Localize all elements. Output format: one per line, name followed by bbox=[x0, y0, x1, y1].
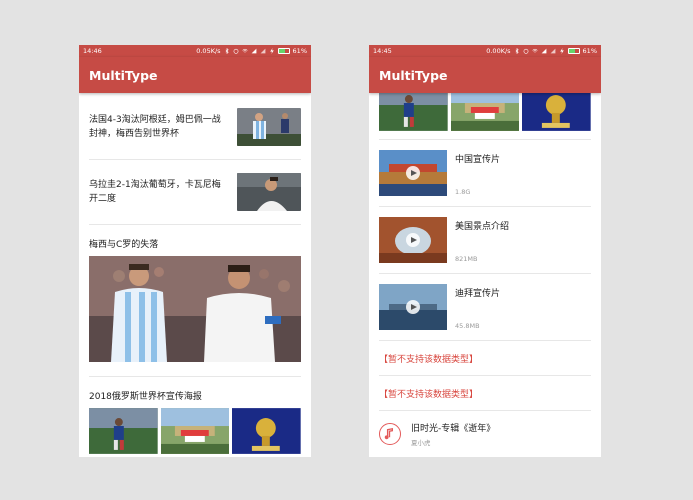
battery-icon bbox=[567, 48, 580, 54]
charging-icon bbox=[559, 48, 564, 54]
app-title: MultiType bbox=[379, 67, 448, 83]
signal-2-icon bbox=[550, 48, 555, 54]
alarm-icon bbox=[233, 48, 238, 54]
news-title: 法国4-3淘汰阿根廷，姆巴佩一战封神，梅西告别世界杯 bbox=[89, 115, 221, 139]
status-bar: 14:46 0.05K/s 61% bbox=[79, 45, 311, 57]
phone-left: 14:46 0.05K/s 61% MultiType 法国4-3淘汰阿根廷，姆… bbox=[79, 45, 311, 457]
status-time: 14:46 bbox=[83, 47, 102, 55]
play-icon bbox=[406, 233, 420, 247]
music-item[interactable]: 旧时光-专辑《逝年》 夏小虎 bbox=[369, 411, 601, 457]
video-thumbnail[interactable] bbox=[379, 150, 447, 196]
bluetooth-icon bbox=[515, 48, 519, 54]
video-thumbnail[interactable] bbox=[379, 217, 447, 263]
wifi-icon bbox=[531, 48, 538, 53]
video-title: 美国景点介绍 bbox=[455, 222, 510, 232]
battery-percent: 61% bbox=[292, 47, 307, 55]
battery-fill bbox=[278, 49, 285, 53]
music-note-glyph bbox=[384, 427, 394, 440]
poster-image-3[interactable] bbox=[232, 408, 302, 454]
video-item[interactable]: 迪拜宣传片 45.8MB bbox=[369, 274, 601, 340]
video-size: 821MB bbox=[455, 255, 478, 263]
wifi-icon bbox=[241, 48, 248, 53]
alarm-icon bbox=[523, 48, 528, 54]
phone-right: 14:45 0.00K/s 61% MultiType 中国宣传片 1.8G 美… bbox=[369, 45, 601, 457]
charging-icon bbox=[269, 48, 274, 54]
battery-fill bbox=[568, 49, 575, 53]
video-item[interactable]: 中国宣传片 1.8G bbox=[369, 140, 601, 206]
play-icon bbox=[406, 166, 420, 180]
status-time: 14:45 bbox=[373, 47, 392, 55]
signal-icon bbox=[541, 48, 546, 54]
section-title: 梅西与C罗的失落 bbox=[89, 240, 159, 250]
music-note-icon bbox=[379, 423, 401, 445]
bluetooth-icon bbox=[225, 48, 229, 54]
news-title: 乌拉圭2-1淘汰葡萄牙，卡瓦尼梅开二度 bbox=[89, 180, 221, 204]
video-info: 中国宣传片 1.8G bbox=[447, 150, 591, 196]
video-item[interactable]: 美国景点介绍 821MB bbox=[369, 207, 601, 273]
music-info: 旧时光-专辑《逝年》 夏小虎 bbox=[401, 421, 495, 447]
battery-icon bbox=[277, 48, 290, 54]
video-size: 45.8MB bbox=[455, 322, 480, 330]
poster-gallery bbox=[79, 408, 311, 454]
unsupported-item[interactable]: 【暂不支持该数据类型】 bbox=[369, 341, 601, 375]
news-item[interactable]: 乌拉圭2-1淘汰葡萄牙，卡瓦尼梅开二度 bbox=[79, 160, 311, 224]
app-bar: MultiType bbox=[79, 57, 311, 93]
app-bar: MultiType bbox=[369, 57, 601, 93]
network-speed: 0.05K/s bbox=[196, 47, 221, 55]
feed-list[interactable]: 法国4-3淘汰阿根廷，姆巴佩一战封神，梅西告别世界杯 乌拉圭2-1淘汰葡萄牙，卡… bbox=[79, 93, 311, 457]
news-thumbnail-ronaldo bbox=[237, 173, 301, 211]
poster-image-2[interactable] bbox=[450, 93, 520, 131]
music-artist: 夏小虎 bbox=[411, 439, 431, 447]
video-title: 迪拜宣传片 bbox=[455, 289, 501, 299]
play-icon bbox=[406, 300, 420, 314]
video-info: 美国景点介绍 821MB bbox=[447, 217, 591, 263]
poster-image-1[interactable] bbox=[89, 408, 158, 454]
unsupported-item[interactable]: 【暂不支持该数据类型】 bbox=[369, 376, 601, 410]
video-size: 1.8G bbox=[455, 188, 471, 196]
video-info: 迪拜宣传片 45.8MB bbox=[447, 284, 591, 330]
music-title: 旧时光-专辑《逝年》 bbox=[411, 424, 496, 434]
news-item[interactable]: 法国4-3淘汰阿根廷，姆巴佩一战封神，梅西告别世界杯 bbox=[79, 95, 311, 159]
signal-2-icon bbox=[260, 48, 265, 54]
network-speed: 0.00K/s bbox=[486, 47, 511, 55]
poster-image-1[interactable] bbox=[379, 93, 448, 131]
poster-image-2[interactable] bbox=[160, 408, 230, 454]
video-thumbnail[interactable] bbox=[379, 284, 447, 330]
feed-list[interactable]: 中国宣传片 1.8G 美国景点介绍 821MB 迪拜宣传片 45.8MB 【暂不… bbox=[369, 93, 601, 457]
section-title: 2018俄罗斯世界杯宣传海报 bbox=[89, 392, 202, 402]
signal-icon bbox=[251, 48, 256, 54]
poster-gallery bbox=[369, 93, 601, 131]
poster-image-3[interactable] bbox=[522, 93, 592, 131]
news-thumbnail-messi bbox=[237, 108, 301, 146]
video-title: 中国宣传片 bbox=[455, 155, 501, 165]
battery-percent: 61% bbox=[582, 47, 597, 55]
big-image-messi-ronaldo[interactable] bbox=[89, 256, 301, 362]
app-title: MultiType bbox=[89, 67, 158, 83]
status-bar: 14:45 0.00K/s 61% bbox=[369, 45, 601, 57]
